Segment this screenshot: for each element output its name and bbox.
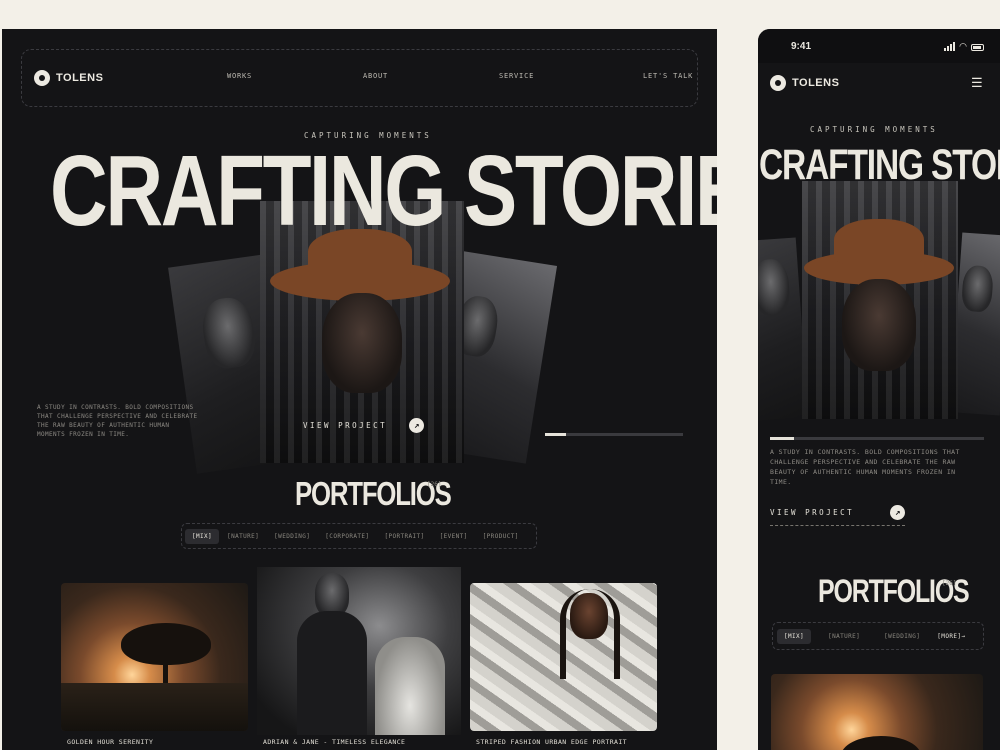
- portrait-face: [842, 279, 916, 371]
- filter-wedding[interactable]: [WEDDING]: [877, 629, 927, 644]
- mobile-frame: 9:41 ◠ TOLENS ☰ CAPTURING MOMENTS CRAFTI…: [758, 29, 1000, 750]
- hamburger-menu-icon[interactable]: ☰: [971, 76, 983, 89]
- hero-title: CRAFTING STORIES: [50, 135, 717, 247]
- portfolio-caption: ADRIAN & JANE - TIMELESS ELEGANCE: [263, 738, 406, 746]
- battery-icon: [971, 44, 984, 51]
- hero-slider-progress-fill: [770, 437, 794, 440]
- portrait-face: [199, 294, 259, 372]
- hat-crown: [834, 219, 924, 265]
- aperture-logo-icon: [34, 70, 50, 86]
- portrait-face: [960, 264, 995, 313]
- grass-field: [61, 683, 248, 731]
- view-project-label: VIEW PROJECT: [303, 421, 388, 430]
- nav-link-about[interactable]: ABOUT: [363, 72, 388, 80]
- hero-slider-progress[interactable]: [545, 433, 683, 436]
- portfolios-count: [26]: [427, 481, 442, 488]
- portfolio-card-wedding[interactable]: [257, 567, 461, 735]
- hero-slider-progress-fill: [545, 433, 566, 436]
- wifi-icon: ◠: [959, 41, 967, 51]
- brand-name: TOLENS: [792, 77, 840, 89]
- hero-photo-center[interactable]: [802, 181, 958, 419]
- view-project-underline: [770, 525, 905, 526]
- arrow-right-icon: →: [961, 632, 966, 640]
- filter-mix[interactable]: [MIX]: [777, 628, 812, 644]
- view-project-label: VIEW PROJECT: [770, 508, 855, 517]
- filter-product[interactable]: [PRODUCT]: [476, 529, 526, 544]
- portfolio-caption: GOLDEN HOUR SERENITY: [67, 738, 154, 746]
- hero-slider-progress[interactable]: [770, 437, 984, 440]
- filter-mix[interactable]: [MIX]: [185, 528, 220, 544]
- portfolio-card-golden-hour[interactable]: [771, 674, 983, 750]
- signal-icon: [944, 42, 956, 51]
- status-icons: ◠: [944, 42, 984, 51]
- nav-link-works[interactable]: WORKS: [227, 72, 252, 80]
- aperture-logo-icon: [770, 75, 786, 91]
- hero-photo-left: [758, 237, 809, 421]
- desktop-frame: TOLENS WORKS ABOUT SERVICE LET'S TALK CA…: [2, 29, 717, 750]
- filter-more[interactable]: [MORE]→: [937, 629, 965, 644]
- hero-description: A STUDY IN CONTRASTS. BOLD COMPOSITIONS …: [37, 404, 198, 438]
- model-braids: [560, 589, 620, 679]
- brand-logo[interactable]: TOLENS: [770, 75, 839, 91]
- portrait-face: [322, 293, 402, 393]
- bride-dress: [375, 637, 445, 735]
- view-project-button[interactable]: VIEW PROJECT ↗: [303, 418, 425, 433]
- filter-portrait[interactable]: [PORTRAIT]: [377, 529, 431, 544]
- groom-suit: [297, 611, 367, 735]
- top-navigation: TOLENS WORKS ABOUT SERVICE LET'S TALK: [21, 49, 698, 107]
- nav-link-lets-talk[interactable]: LET'S TALK: [643, 72, 693, 80]
- filter-wedding[interactable]: [WEDDING]: [267, 529, 317, 544]
- portfolio-card-striped-fashion[interactable]: [470, 583, 657, 731]
- tree-canopy: [841, 736, 921, 750]
- hero-eyebrow: CAPTURING MOMENTS: [810, 125, 938, 134]
- filter-corporate[interactable]: [CORPORATE]: [318, 529, 376, 544]
- portfolio-caption: STRIPED FASHION URBAN EDGE PORTRAIT: [476, 738, 627, 746]
- status-time: 9:41: [791, 41, 812, 52]
- portrait-face: [758, 258, 791, 317]
- portfolio-filter-bar: [MIX] [NATURE] [WEDDING] [MORE]→: [772, 622, 984, 650]
- nav-link-service[interactable]: SERVICE: [499, 72, 534, 80]
- portfolio-filter-bar: [MIX] [NATURE] [WEDDING] [CORPORATE] [PO…: [181, 523, 537, 549]
- portfolios-count: [26]: [942, 580, 957, 587]
- portfolio-card-golden-hour[interactable]: [61, 583, 248, 731]
- status-bar: 9:41 ◠: [758, 29, 1000, 63]
- arrow-up-right-icon: ↗: [409, 418, 425, 433]
- hero-title: CRAFTING STORIES: [759, 141, 1000, 189]
- view-project-button[interactable]: VIEW PROJECT ↗: [770, 505, 906, 520]
- filter-event[interactable]: [EVENT]: [433, 529, 475, 544]
- filter-nature[interactable]: [NATURE]: [821, 629, 867, 644]
- filter-nature[interactable]: [NATURE]: [220, 529, 266, 544]
- hero-description: A STUDY IN CONTRASTS. BOLD COMPOSITIONS …: [770, 448, 960, 486]
- brand-logo[interactable]: TOLENS: [34, 70, 103, 86]
- brand-name: TOLENS: [56, 72, 104, 84]
- arrow-up-right-icon: ↗: [890, 505, 906, 520]
- tree-canopy: [121, 623, 211, 665]
